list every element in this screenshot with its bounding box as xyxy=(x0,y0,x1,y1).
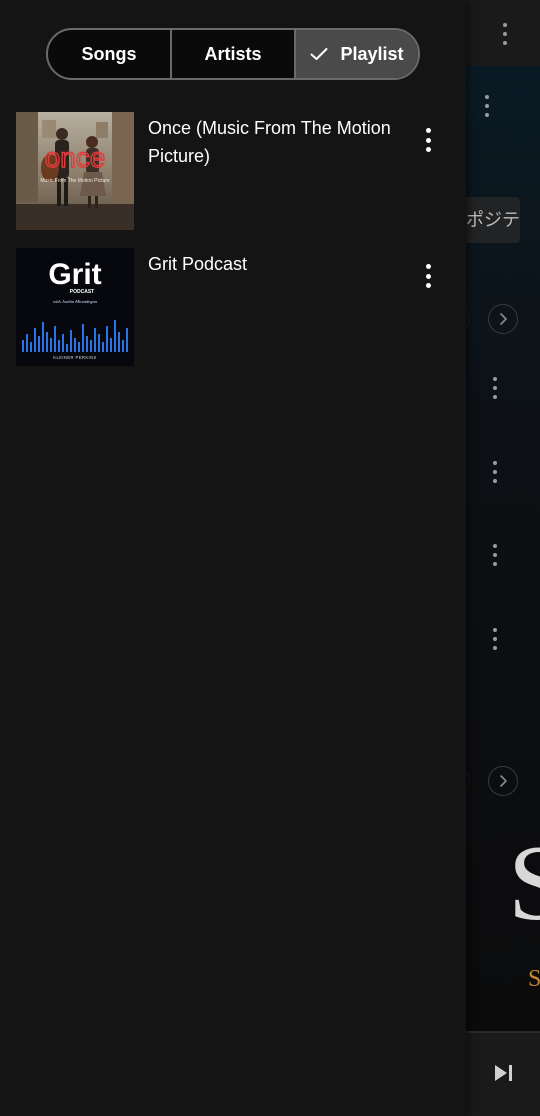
playlist-list: once Music From The Motion Picture Once … xyxy=(0,104,466,376)
background-more-icon[interactable] xyxy=(486,544,504,566)
library-segmented-control: Songs Artists Playlist xyxy=(46,28,420,80)
album-art-grit-footer: KLEINER PERKINS xyxy=(53,355,96,360)
playlist-title[interactable]: Once (Music From The Motion Picture) xyxy=(148,114,406,170)
list-item[interactable]: once Music From The Motion Picture Once … xyxy=(0,104,466,240)
background-more-icon[interactable] xyxy=(478,95,496,117)
tab-artists-label: Artists xyxy=(204,43,262,64)
playlist-title[interactable]: Grit Podcast xyxy=(148,250,406,278)
tab-playlist[interactable]: Playlist xyxy=(294,30,418,78)
background-more-icon[interactable] xyxy=(486,628,504,650)
background-artwork-letter: S xyxy=(528,966,540,992)
background-artwork-letter: S xyxy=(508,824,540,943)
background-more-icon[interactable] xyxy=(486,461,504,483)
more-vert-icon[interactable] xyxy=(418,264,438,288)
background-chip-text: ポジティ xyxy=(466,210,520,230)
album-art-grit-subtitle: PODCAST xyxy=(70,289,94,295)
album-art-grit[interactable]: Grit PODCAST with Joubin Mirzadegan KLEI… xyxy=(16,248,134,366)
screen: ポジティ S S So xyxy=(0,0,540,1116)
tab-songs[interactable]: Songs xyxy=(48,30,170,78)
tab-artists[interactable]: Artists xyxy=(170,30,294,78)
background-chevron-right-icon[interactable] xyxy=(488,304,518,334)
list-item[interactable]: Grit PODCAST with Joubin Mirzadegan KLEI… xyxy=(0,240,466,376)
background-more-icon[interactable] xyxy=(496,23,514,45)
album-art-grit-tagline: with Joubin Mirzadegan xyxy=(53,299,98,304)
album-art-once[interactable]: once Music From The Motion Picture xyxy=(16,112,134,230)
album-art-once-title: once xyxy=(45,142,106,173)
background-chevron-right-icon[interactable] xyxy=(488,766,518,796)
skip-next-icon[interactable] xyxy=(492,1062,516,1084)
album-art-grit-title: Grit xyxy=(48,258,101,291)
tab-playlist-label: Playlist xyxy=(340,43,404,64)
playlist-drawer: Songs Artists Playlist once Music From T… xyxy=(0,0,466,1116)
background-more-icon[interactable] xyxy=(486,377,504,399)
more-vert-icon[interactable] xyxy=(418,128,438,152)
check-icon xyxy=(310,48,328,60)
tab-songs-label: Songs xyxy=(81,43,137,64)
album-art-once-subtitle: Music From The Motion Picture xyxy=(40,178,110,184)
